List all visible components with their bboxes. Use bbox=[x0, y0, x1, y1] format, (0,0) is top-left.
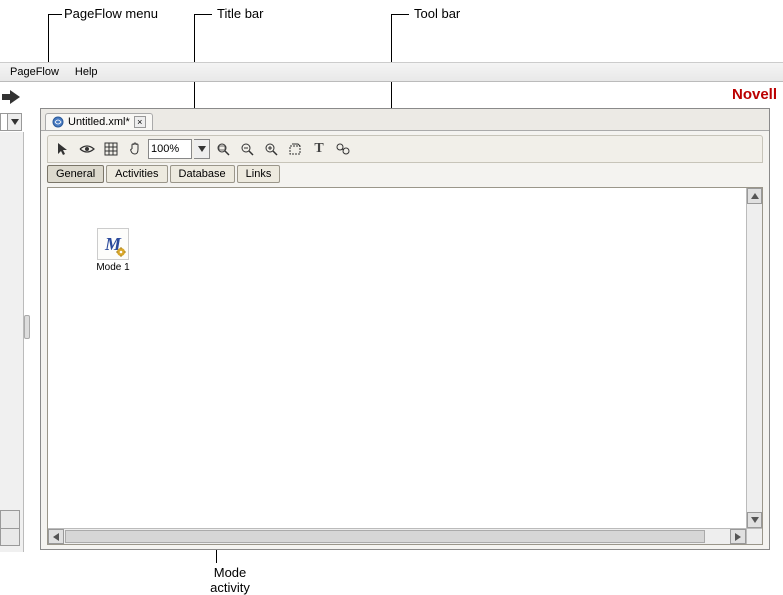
gear-icon bbox=[116, 247, 126, 257]
document-tab[interactable]: Untitled.xml* × bbox=[45, 113, 153, 130]
zoom-in-icon[interactable] bbox=[260, 138, 282, 160]
scroll-up-button[interactable] bbox=[747, 188, 762, 204]
scroll-thumb[interactable] bbox=[65, 530, 705, 543]
editor-window: Untitled.xml* × bbox=[40, 108, 770, 550]
vertical-scrollbar[interactable] bbox=[746, 188, 762, 528]
left-panel-tab-1[interactable] bbox=[0, 510, 20, 528]
tool-bar: T bbox=[47, 135, 763, 163]
menu-pageflow[interactable]: PageFlow bbox=[2, 64, 67, 80]
splitter-handle[interactable] bbox=[24, 315, 30, 339]
document-icon bbox=[52, 116, 64, 128]
canvas-viewport[interactable]: M Mode 1 bbox=[48, 188, 746, 528]
hand-icon[interactable] bbox=[124, 138, 146, 160]
zoom-out-icon[interactable] bbox=[236, 138, 258, 160]
mode-activity-icon: M bbox=[97, 228, 129, 260]
annotation-line bbox=[48, 14, 62, 15]
palette-tabs: General Activities Database Links bbox=[41, 163, 769, 185]
brand-logo: Novell bbox=[732, 86, 777, 103]
tab-database[interactable]: Database bbox=[170, 165, 235, 183]
menu-help[interactable]: Help bbox=[67, 64, 106, 80]
document-tab-label: Untitled.xml* bbox=[68, 116, 130, 128]
annotation-toolbar: Tool bar bbox=[414, 6, 460, 21]
nav-forward-icon[interactable] bbox=[0, 88, 22, 106]
left-panel bbox=[0, 132, 24, 552]
annotation-titlebar: Title bar bbox=[217, 6, 263, 21]
scroll-right-button[interactable] bbox=[730, 529, 746, 544]
annotation-line bbox=[48, 14, 49, 64]
annotation-line bbox=[391, 14, 409, 15]
scroll-left-button[interactable] bbox=[48, 529, 64, 544]
zoom-input[interactable] bbox=[148, 139, 192, 159]
close-tab-button[interactable]: × bbox=[134, 116, 146, 128]
find-icon[interactable] bbox=[332, 138, 354, 160]
scroll-down-button[interactable] bbox=[747, 512, 762, 528]
grid-icon[interactable] bbox=[100, 138, 122, 160]
chevron-down-icon bbox=[7, 114, 21, 130]
text-tool-icon[interactable]: T bbox=[308, 138, 330, 160]
menubar: PageFlow Help bbox=[0, 62, 783, 82]
canvas[interactable]: M Mode 1 bbox=[47, 187, 763, 545]
select-all-icon[interactable] bbox=[284, 138, 306, 160]
annotation-line bbox=[194, 14, 212, 15]
mode-activity-node[interactable]: M Mode 1 bbox=[90, 228, 136, 273]
left-panel-tab-2[interactable] bbox=[0, 528, 20, 546]
title-bar: Untitled.xml* × bbox=[41, 109, 769, 131]
horizontal-scrollbar[interactable] bbox=[48, 528, 746, 544]
zoom-to-fit-icon[interactable] bbox=[212, 138, 234, 160]
tab-activities[interactable]: Activities bbox=[106, 165, 167, 183]
eye-icon[interactable] bbox=[76, 138, 98, 160]
tab-general[interactable]: General bbox=[47, 165, 104, 183]
pointer-icon[interactable] bbox=[52, 138, 74, 160]
scroll-corner bbox=[746, 528, 762, 544]
tab-links[interactable]: Links bbox=[237, 165, 281, 183]
annotation-pf-menu: PageFlow menu bbox=[64, 6, 158, 21]
left-combo[interactable] bbox=[0, 113, 22, 131]
mode-activity-label: Mode 1 bbox=[90, 262, 136, 273]
zoom-dropdown-button[interactable] bbox=[194, 139, 210, 159]
